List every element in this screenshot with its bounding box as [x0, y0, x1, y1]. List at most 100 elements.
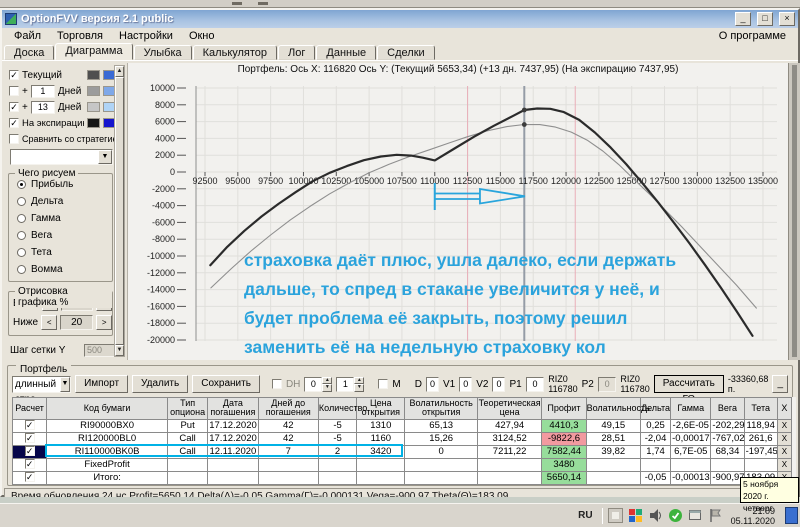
spinner-value[interactable]: 0 [304, 376, 323, 392]
table-cell[interactable]: 5650,14 [541, 470, 587, 485]
table-cell[interactable] [317, 470, 358, 485]
column-header[interactable]: Расчет [11, 397, 48, 420]
scrollbar-thumb[interactable] [792, 65, 797, 357]
m-checkbox[interactable] [378, 379, 389, 389]
column-header[interactable]: Волатильность открытия [404, 397, 478, 420]
below-decrease-button[interactable]: < [41, 315, 58, 330]
color-swatch[interactable] [87, 118, 100, 128]
row-calc-checkbox[interactable]: ✓ [24, 446, 35, 457]
column-header[interactable]: Дельта [639, 397, 672, 420]
plus13-checkbox[interactable]: ✓ [9, 102, 19, 112]
compare-strategy-checkbox[interactable] [9, 134, 19, 144]
chart-vertical-scrollbar[interactable] [788, 63, 800, 360]
scrollbar-thumb[interactable] [115, 77, 124, 345]
table-cell[interactable]: Put [166, 418, 209, 433]
column-header[interactable]: Профит [541, 397, 587, 420]
plus1-checkbox[interactable] [9, 86, 19, 96]
column-header[interactable]: Код бумаги [46, 397, 168, 420]
table-cell[interactable]: Итого: [46, 470, 168, 485]
current-checkbox[interactable]: ✓ [9, 70, 19, 80]
table-cell[interactable]: FixedProfit [46, 457, 168, 472]
table-cell[interactable]: 49,15 [585, 418, 641, 433]
table-cell[interactable]: RI120000BL0 [46, 431, 168, 446]
spin-down-icon[interactable]: ▼ [354, 384, 365, 392]
radio-Прибыль[interactable] [17, 180, 26, 189]
table-cell[interactable] [166, 457, 209, 472]
table-cell[interactable]: 17.12.2020 [207, 418, 259, 433]
table-cell[interactable]: 427,94 [476, 418, 543, 433]
table-cell[interactable]: 1310 [356, 418, 406, 433]
taskbar[interactable]: RU 21:09 05.11.2020 [0, 503, 800, 527]
table-cell[interactable] [166, 470, 209, 485]
spinner-value[interactable]: 1 [336, 376, 355, 392]
table-cell[interactable]: 42 [257, 418, 319, 433]
table-cell[interactable]: 261,6 [743, 431, 778, 446]
row-delete-button[interactable]: X [776, 444, 793, 459]
tab-Лог[interactable]: Лог [278, 45, 316, 60]
spin-up-icon[interactable]: ▲ [354, 376, 365, 384]
table-cell[interactable]: 7582,44 [541, 444, 587, 459]
table-cell[interactable]: -2,6E-05 [670, 418, 712, 433]
column-header[interactable]: Тета [743, 397, 778, 420]
table-cell[interactable]: 68,34 [710, 444, 745, 459]
days1-input[interactable]: 1 [30, 84, 55, 98]
table-cell[interactable] [585, 470, 641, 485]
table-cell[interactable]: -767,02 [710, 431, 745, 446]
table-cell[interactable] [476, 457, 543, 472]
table-cell[interactable] [207, 470, 259, 485]
radio-Гамма[interactable] [17, 214, 26, 223]
table-cell[interactable]: 12.11.2020 [207, 444, 259, 459]
d-input[interactable]: 0 [425, 376, 439, 392]
tab-Улыбка[interactable]: Улыбка [133, 45, 192, 60]
table-cell[interactable] [743, 457, 778, 472]
calc-cell[interactable]: ✓ [11, 444, 48, 459]
table-cell[interactable] [356, 470, 406, 485]
v1-input[interactable]: 0 [459, 376, 473, 392]
table-cell[interactable]: 39,82 [585, 444, 641, 459]
table-cell[interactable] [257, 457, 319, 472]
table-cell[interactable]: RI110000BK0B [46, 444, 168, 459]
table-cell[interactable] [639, 457, 672, 472]
table-cell[interactable]: -197,45 [743, 444, 778, 459]
column-header[interactable]: Дата погашения [207, 397, 259, 420]
tab-Данные[interactable]: Данные [316, 45, 377, 60]
sidebar-scrollbar[interactable]: ▲ ▼ [114, 65, 125, 357]
column-header[interactable]: Теоретическая цена [476, 397, 543, 420]
volume-tray-icon[interactable] [648, 508, 663, 523]
row-delete-button[interactable]: X [776, 457, 793, 472]
save-button[interactable]: Сохранить [192, 375, 260, 393]
table-cell[interactable] [257, 470, 319, 485]
column-header[interactable]: Вега [710, 397, 745, 420]
table-cell[interactable]: 0,25 [639, 418, 672, 433]
table-cell[interactable] [476, 470, 543, 485]
minimize-button[interactable]: _ [735, 12, 751, 26]
scroll-up-icon[interactable]: ▲ [115, 66, 124, 77]
tab-Диаграмма[interactable]: Диаграмма [55, 43, 133, 60]
collapse-button[interactable]: _ [772, 375, 788, 393]
menu-trading[interactable]: Торговля [49, 29, 111, 43]
calc-cell[interactable]: ✓ [11, 431, 48, 446]
profit-chart[interactable]: 10000 8000 6000 4000 2000 0 -2000 -4000 -6000 -80… [128, 63, 789, 360]
column-header[interactable]: X [776, 397, 793, 420]
tab-Калькулятор[interactable]: Калькулятор [192, 45, 278, 60]
column-header[interactable]: Тип опциона [166, 397, 209, 420]
scroll-down-icon[interactable]: ▼ [115, 345, 124, 356]
preset-combobox[interactable]: длинный стре ▼ [12, 375, 72, 405]
spinner-1[interactable]: 0 ▲ ▼ [304, 376, 333, 392]
table-cell[interactable]: 1160 [356, 431, 406, 446]
dh-checkbox[interactable] [271, 379, 282, 389]
tab-Сделки[interactable]: Сделки [377, 45, 435, 60]
calc-cell[interactable]: ✓ [11, 470, 48, 485]
radio-Вега[interactable] [17, 231, 26, 240]
column-header[interactable]: Количество [317, 397, 367, 420]
menu-window[interactable]: Окно [181, 29, 223, 43]
table-cell[interactable]: 3420 [356, 444, 406, 459]
window-tray-icon[interactable] [688, 508, 703, 523]
table-cell[interactable] [356, 457, 406, 472]
table-cell[interactable]: 2 [317, 444, 358, 459]
row-calc-checkbox[interactable]: ✓ [24, 420, 35, 431]
table-cell[interactable]: 3124,52 [476, 431, 543, 446]
table-cell[interactable]: Call [166, 444, 209, 459]
table-cell[interactable] [710, 457, 745, 472]
table-cell[interactable] [585, 457, 641, 472]
